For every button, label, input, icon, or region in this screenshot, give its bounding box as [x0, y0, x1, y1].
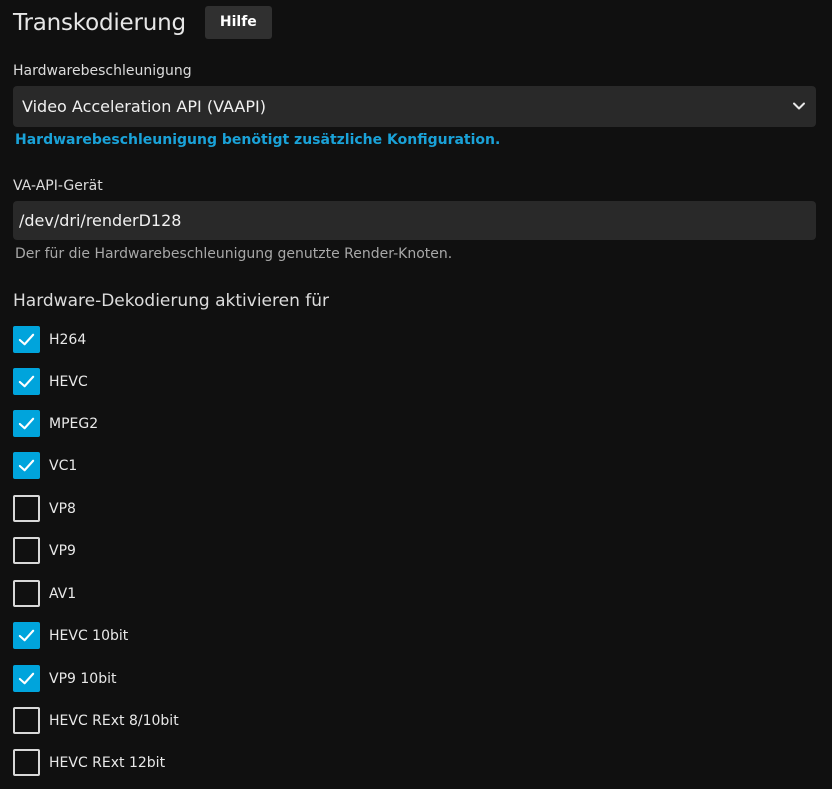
transcoding-settings-page: Transkodierung Hilfe Hardwarebeschleunig…: [0, 0, 832, 789]
page-header: Transkodierung Hilfe: [13, 6, 272, 39]
checkmark-icon: [18, 375, 35, 388]
checkmark-icon: [18, 459, 35, 472]
checkbox-hevc[interactable]: [13, 368, 40, 395]
checkbox-h264[interactable]: [13, 326, 40, 353]
checkbox-label-hevc-rext-8-10bit: HEVC RExt 8/10bit: [49, 712, 179, 729]
checkbox-label-vc1: VC1: [49, 457, 78, 474]
help-button[interactable]: Hilfe: [204, 6, 272, 39]
checkmark-icon: [18, 629, 35, 642]
hardware-acceleration-selected-value: Video Acceleration API (VAAPI): [22, 97, 266, 116]
checkbox-row-vp8[interactable]: VP8: [13, 495, 76, 522]
hardware-acceleration-config-link[interactable]: Hardwarebeschleunigung benötigt zusätzli…: [15, 132, 500, 148]
checkbox-av1[interactable]: [13, 580, 40, 607]
hardware-decoding-section-title: Hardware-Dekodierung aktivieren für: [13, 291, 330, 311]
checkbox-vc1[interactable]: [13, 452, 40, 479]
checkbox-vp9-10bit[interactable]: [13, 665, 40, 692]
checkbox-mpeg2[interactable]: [13, 410, 40, 437]
checkbox-row-vc1[interactable]: VC1: [13, 452, 77, 479]
checkbox-hevc-10bit[interactable]: [13, 622, 40, 649]
checkmark-icon: [18, 672, 35, 685]
vaapi-device-help-text: Der für die Hardwarebeschleunigung genut…: [15, 246, 453, 262]
chevron-down-icon: [793, 102, 805, 110]
checkbox-label-av1: AV1: [49, 585, 77, 602]
checkbox-row-h264[interactable]: H264: [13, 326, 86, 353]
checkbox-row-hevc-rext-12bit[interactable]: HEVC RExt 12bit: [13, 749, 165, 776]
checkbox-label-hevc-10bit: HEVC 10bit: [49, 627, 129, 644]
checkmark-icon: [18, 417, 35, 430]
checkbox-row-hevc-rext-8-10bit[interactable]: HEVC RExt 8/10bit: [13, 707, 179, 734]
checkbox-row-hevc-10bit[interactable]: HEVC 10bit: [13, 622, 128, 649]
checkbox-label-mpeg2: MPEG2: [49, 415, 99, 432]
checkbox-vp8[interactable]: [13, 495, 40, 522]
checkbox-row-hevc[interactable]: HEVC: [13, 368, 88, 395]
checkbox-hevc-rext-12bit[interactable]: [13, 749, 40, 776]
checkbox-label-vp9: VP9: [49, 542, 76, 559]
checkbox-row-vp9-10bit[interactable]: VP9 10bit: [13, 665, 116, 692]
checkbox-row-mpeg2[interactable]: MPEG2: [13, 410, 98, 437]
checkbox-row-av1[interactable]: AV1: [13, 580, 76, 607]
checkbox-label-h264: H264: [49, 331, 87, 348]
checkbox-label-hevc-rext-12bit: HEVC RExt 12bit: [49, 754, 166, 771]
vaapi-device-input[interactable]: /dev/dri/renderD128: [13, 201, 816, 240]
vaapi-device-value: /dev/dri/renderD128: [19, 211, 182, 230]
checkbox-label-hevc: HEVC: [49, 373, 88, 390]
checkbox-label-vp9-10bit: VP9 10bit: [49, 670, 117, 687]
page-title: Transkodierung: [13, 9, 186, 36]
vaapi-device-label: VA-API-Gerät: [13, 178, 103, 194]
hardware-acceleration-label: Hardwarebeschleunigung: [13, 63, 192, 79]
checkbox-vp9[interactable]: [13, 537, 40, 564]
checkbox-label-vp8: VP8: [49, 500, 76, 517]
checkbox-hevc-rext-8-10bit[interactable]: [13, 707, 40, 734]
checkbox-row-vp9[interactable]: VP9: [13, 537, 76, 564]
hardware-acceleration-select[interactable]: Video Acceleration API (VAAPI): [13, 86, 816, 127]
checkmark-icon: [18, 333, 35, 346]
